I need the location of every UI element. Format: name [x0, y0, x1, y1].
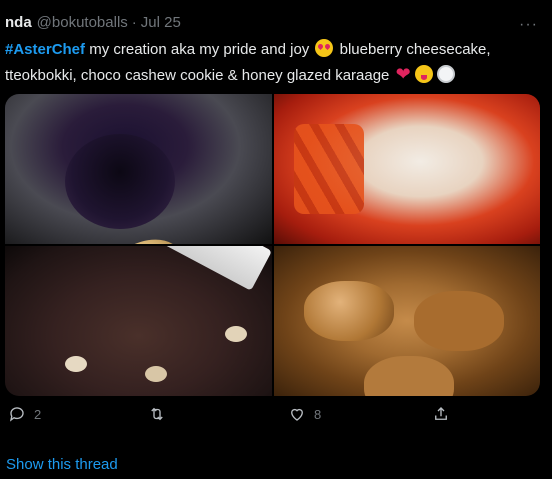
- reply-button[interactable]: 2: [8, 405, 41, 423]
- tweet-text-part2: blueberry cheesecake,: [335, 41, 491, 58]
- tweet-date[interactable]: Jul 25: [141, 14, 181, 31]
- reply-count: 2: [34, 406, 42, 422]
- retweet-icon: [151, 407, 163, 421]
- like-count: 8: [314, 406, 322, 422]
- plate-emoji-icon: [436, 65, 455, 83]
- like-button[interactable]: 8: [288, 405, 321, 423]
- tweet-card[interactable]: nda @bokutoballs · Jul 25 ··· #AsterChef…: [0, 0, 552, 479]
- heart-icon: [291, 408, 303, 421]
- tweet-header: nda @bokutoballs · Jul 25: [5, 14, 181, 31]
- tweet-text-part1: my creation aka my pride and joy: [85, 41, 314, 58]
- more-options-icon[interactable]: ···: [519, 16, 538, 34]
- retweet-button[interactable]: [148, 405, 174, 423]
- tweet-actions: 2 8: [0, 405, 552, 429]
- tweet-text: #AsterChef my creation aka my pride and …: [5, 38, 545, 88]
- photo-choco-cashew-cookie[interactable]: [5, 246, 272, 396]
- photo-honey-glazed-karaage[interactable]: [273, 246, 540, 396]
- photo-tteokbokki[interactable]: [273, 94, 540, 244]
- header-separator: ·: [131, 14, 137, 31]
- hashtag-link[interactable]: #AsterChef: [5, 41, 85, 58]
- media-grid: [5, 94, 540, 396]
- show-thread-link[interactable]: Show this thread: [6, 456, 118, 473]
- photo-blueberry-cheesecake[interactable]: [5, 94, 272, 244]
- tweet-text-part3: tteokbokki, choco cashew cookie & honey …: [5, 67, 394, 84]
- yum-emoji-icon: [414, 65, 433, 83]
- share-icon: [435, 407, 447, 420]
- share-button[interactable]: [432, 405, 458, 423]
- author-name[interactable]: nda: [5, 14, 32, 31]
- reply-icon: [9, 407, 24, 422]
- red-heart-emoji-icon: ❤: [395, 64, 411, 84]
- author-handle[interactable]: @bokutoballs: [37, 14, 128, 31]
- heart-eyes-emoji-icon: [315, 39, 334, 57]
